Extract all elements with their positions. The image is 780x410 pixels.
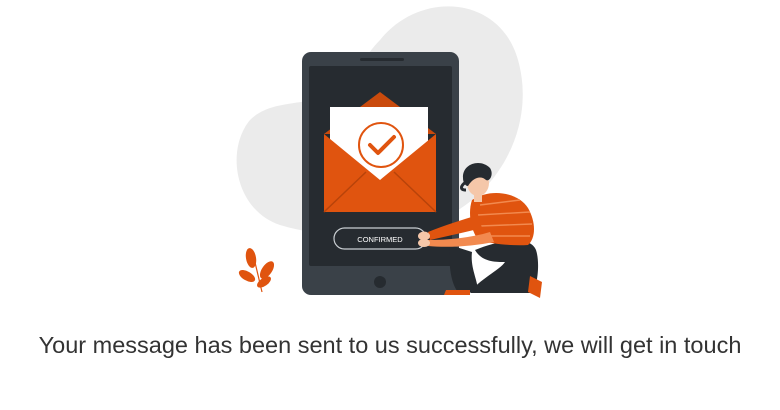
success-page: CONFIRMED Your message has been sent to … [0, 0, 780, 410]
confirmation-illustration: CONFIRMED [236, 6, 542, 298]
leaf-plant [238, 248, 275, 293]
confirmed-button-label: CONFIRMED [357, 235, 403, 244]
envelope-checkmark-icon [323, 92, 437, 213]
success-message: Your message has been sent to us success… [38, 332, 742, 358]
